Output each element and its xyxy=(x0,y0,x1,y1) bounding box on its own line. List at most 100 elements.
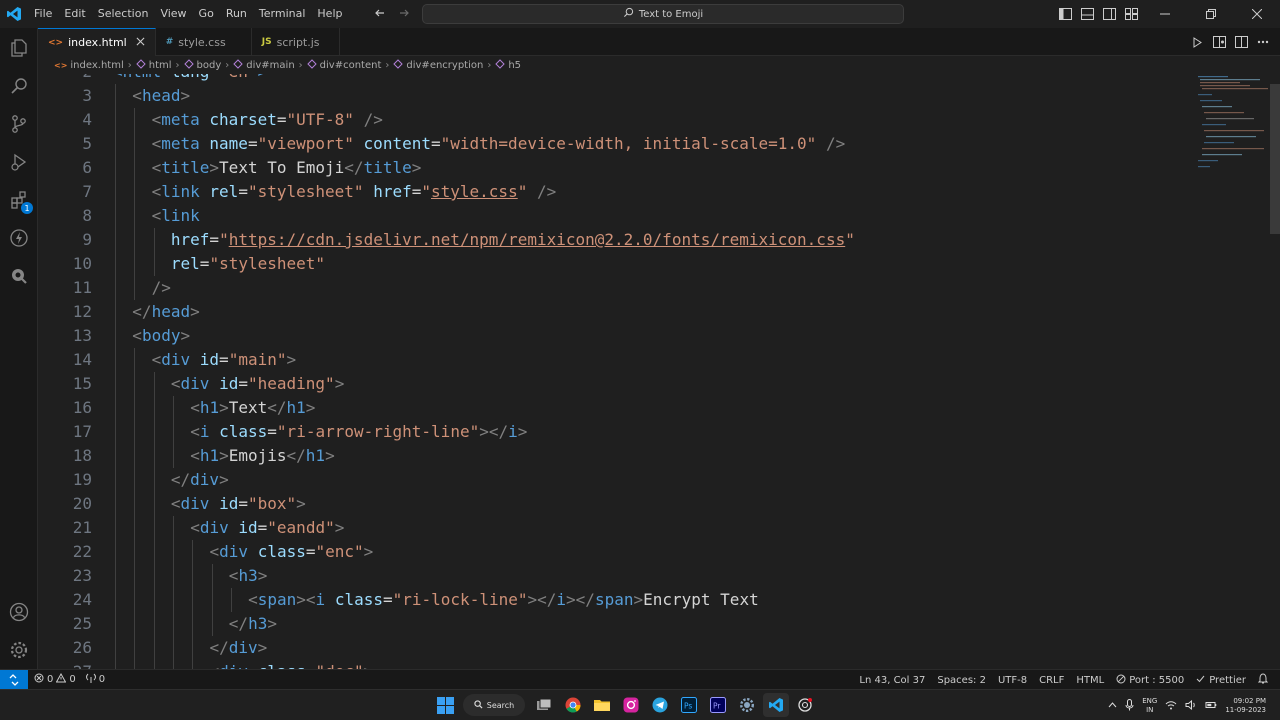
menu-selection[interactable]: Selection xyxy=(92,0,155,28)
code-line[interactable]: 14 <div id="main"> xyxy=(38,348,1188,372)
vertical-scrollbar[interactable] xyxy=(1270,74,1280,669)
file-explorer-icon[interactable] xyxy=(589,693,615,717)
task-view-icon[interactable] xyxy=(531,693,557,717)
chatgpt-icon[interactable] xyxy=(792,693,818,717)
split-editor-icon[interactable] xyxy=(1232,32,1250,52)
end-of-line[interactable]: CRLF xyxy=(1039,675,1064,686)
code-editor[interactable]: 2<html lang="en">3<head>4<meta charset="… xyxy=(38,74,1280,669)
code-line[interactable]: 7 <link rel="stylesheet" href="style.css"… xyxy=(38,180,1188,204)
prettier-status[interactable]: Prettier xyxy=(1196,674,1246,687)
open-changes-icon[interactable] xyxy=(1210,32,1228,52)
code-line[interactable]: 3 <head> xyxy=(38,84,1188,108)
code-line[interactable]: 21 <div id="eandd"> xyxy=(38,516,1188,540)
toggle-primary-sidebar-icon[interactable] xyxy=(1054,0,1076,28)
run-and-debug-icon[interactable] xyxy=(0,144,38,180)
input-language[interactable]: ENG IN xyxy=(1142,697,1157,715)
breadcrumb-item[interactable]: body xyxy=(183,58,221,72)
vscode-taskbar-icon[interactable] xyxy=(763,693,789,717)
code-line[interactable]: 10 rel="stylesheet" xyxy=(38,252,1188,276)
menu-file[interactable]: File xyxy=(28,0,58,28)
accounts-icon[interactable] xyxy=(0,594,38,630)
code-line[interactable]: 11 /> xyxy=(38,276,1188,300)
restore-window-icon[interactable] xyxy=(1188,0,1234,28)
code-line[interactable]: 27 <div class="dec"> xyxy=(38,660,1188,669)
menu-edit[interactable]: Edit xyxy=(58,0,91,28)
code-line[interactable]: 24 <span><i class="ri-lock-line"></i></sp… xyxy=(38,588,1188,612)
more-actions-icon[interactable] xyxy=(1254,32,1272,52)
back-arrow-icon[interactable] xyxy=(374,7,386,22)
code-line[interactable]: 22 <div class="enc"> xyxy=(38,540,1188,564)
code-line[interactable]: 6 <title>Text To Emoji</title> xyxy=(38,156,1188,180)
run-icon[interactable] xyxy=(1188,32,1206,52)
code-line[interactable]: 18 <h1>Emojis</h1> xyxy=(38,444,1188,468)
command-center-search[interactable]: Text to Emoji xyxy=(422,4,904,24)
breadcrumb-item[interactable]: html xyxy=(136,58,172,72)
encoding[interactable]: UTF-8 xyxy=(998,675,1027,686)
code-line[interactable]: 16 <h1>Text</h1> xyxy=(38,396,1188,420)
tab-style-css[interactable]: # style.css xyxy=(156,28,252,56)
cursor-position[interactable]: Ln 43, Col 37 xyxy=(859,675,925,686)
photoshop-icon[interactable]: Ps xyxy=(676,693,702,717)
code-line[interactable]: 26 </div> xyxy=(38,636,1188,660)
search-icon[interactable] xyxy=(0,68,38,104)
code-line[interactable]: 5 <meta name="viewport" content="width=de… xyxy=(38,132,1188,156)
breadcrumb-item[interactable]: <> index.html xyxy=(54,60,124,71)
code-line[interactable]: 12 </head> xyxy=(38,300,1188,324)
remote-explorer-icon[interactable] xyxy=(0,220,38,256)
breadcrumb-item[interactable]: div#encryption xyxy=(393,58,483,72)
ports-indicator[interactable]: 0 xyxy=(85,673,105,686)
remote-indicator-icon[interactable] xyxy=(0,669,28,690)
source-control-icon[interactable] xyxy=(0,106,38,142)
problems-indicator[interactable]: 0 0 xyxy=(34,672,76,686)
clock[interactable]: 09:02 PM 11-09-2023 xyxy=(1225,697,1266,715)
code-line[interactable]: 2 <html lang="en"> xyxy=(38,74,1188,84)
indentation[interactable]: Spaces: 2 xyxy=(937,675,986,686)
extensions-icon[interactable]: 1 xyxy=(0,182,38,218)
settings-gear-icon[interactable] xyxy=(0,632,38,668)
minimap[interactable] xyxy=(1194,74,1268,174)
toggle-secondary-sidebar-icon[interactable] xyxy=(1098,0,1120,28)
forward-arrow-icon[interactable] xyxy=(398,7,410,22)
menu-go[interactable]: Go xyxy=(193,0,220,28)
search-editor-icon[interactable] xyxy=(0,258,38,294)
instagram-icon[interactable] xyxy=(618,693,644,717)
breadcrumb-item[interactable]: div#content xyxy=(306,58,381,72)
code-line[interactable]: 23 <h3> xyxy=(38,564,1188,588)
battery-icon[interactable] xyxy=(1205,700,1217,712)
code-line[interactable]: 17 <i class="ri-arrow-right-line"></i> xyxy=(38,420,1188,444)
tab-index-html[interactable]: <> index.html xyxy=(38,28,156,56)
close-icon[interactable] xyxy=(136,36,145,49)
live-server-port[interactable]: Port : 5500 xyxy=(1116,674,1184,687)
tab-script-js[interactable]: JS script.js xyxy=(252,28,340,56)
volume-icon[interactable] xyxy=(1185,699,1197,712)
notifications-bell-icon[interactable] xyxy=(1257,673,1269,687)
settings-gear-icon[interactable] xyxy=(734,693,760,717)
microphone-icon[interactable] xyxy=(1125,698,1134,713)
telegram-icon[interactable] xyxy=(647,693,673,717)
explorer-icon[interactable] xyxy=(0,30,38,66)
breadcrumb-item[interactable]: h5 xyxy=(495,58,521,72)
code-line[interactable]: 9 href="https://cdn.jsdelivr.net/npm/remi… xyxy=(38,228,1188,252)
close-window-icon[interactable] xyxy=(1234,0,1280,28)
taskbar-search[interactable]: Search xyxy=(463,694,525,716)
code-line[interactable]: 4 <meta charset="UTF-8" /> xyxy=(38,108,1188,132)
breadcrumb-item[interactable]: div#main xyxy=(233,58,295,72)
code-line[interactable]: 13 <body> xyxy=(38,324,1188,348)
customize-layout-icon[interactable] xyxy=(1120,0,1142,28)
chrome-icon[interactable] xyxy=(560,693,586,717)
code-line[interactable]: 25 </h3> xyxy=(38,612,1188,636)
minimize-window-icon[interactable] xyxy=(1142,0,1188,28)
code-line[interactable]: 20 <div id="box"> xyxy=(38,492,1188,516)
menu-terminal[interactable]: Terminal xyxy=(253,0,312,28)
wifi-icon[interactable] xyxy=(1165,700,1177,712)
code-line[interactable]: 19 </div> xyxy=(38,468,1188,492)
windows-start-icon[interactable] xyxy=(432,693,458,717)
language-mode[interactable]: HTML xyxy=(1076,675,1104,686)
toggle-panel-icon[interactable] xyxy=(1076,0,1098,28)
menu-run[interactable]: Run xyxy=(220,0,253,28)
code-line[interactable]: 8 <link xyxy=(38,204,1188,228)
scrollbar-thumb[interactable] xyxy=(1270,84,1280,234)
menu-help[interactable]: Help xyxy=(311,0,348,28)
chevron-up-icon[interactable] xyxy=(1108,701,1117,710)
premiere-pro-icon[interactable]: Pr xyxy=(705,693,731,717)
